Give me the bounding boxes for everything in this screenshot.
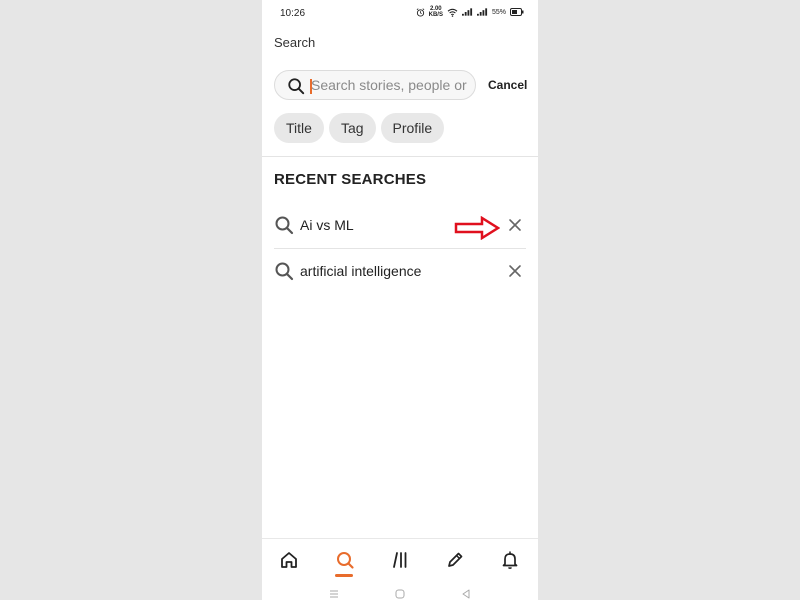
network-speed-unit: KB/S	[428, 12, 443, 18]
recent-searches-title: RECENT SEARCHES	[274, 171, 427, 188]
wifi-icon	[447, 8, 458, 17]
text-cursor	[310, 79, 312, 94]
filter-chip-profile[interactable]: Profile	[380, 113, 445, 143]
annotation-arrow-icon	[454, 216, 500, 240]
close-icon[interactable]	[506, 262, 524, 280]
signal-icon-2	[476, 8, 488, 16]
status-bar: 10:26 2.00 KB/S 55%	[262, 0, 538, 28]
library-icon[interactable]	[388, 548, 412, 572]
home-icon[interactable]	[277, 548, 301, 572]
search-input[interactable]	[311, 74, 471, 96]
back-icon[interactable]	[460, 588, 472, 600]
home-button-icon[interactable]	[394, 588, 406, 600]
page-title: Search	[274, 35, 316, 50]
recent-search-label: artificial intelligence	[300, 263, 422, 279]
write-icon[interactable]	[443, 548, 467, 572]
close-icon[interactable]	[506, 216, 524, 234]
battery-icon	[510, 8, 524, 16]
alarm-icon	[416, 7, 424, 17]
bottom-nav	[262, 545, 538, 581]
divider	[262, 538, 538, 539]
search-icon[interactable]	[333, 548, 357, 572]
phone-screen: 10:26 2.00 KB/S 55% Search Search storie…	[262, 0, 538, 600]
cancel-button[interactable]: Cancel	[488, 78, 527, 92]
menu-icon[interactable]	[328, 588, 340, 600]
active-tab-indicator	[335, 574, 353, 577]
search-icon	[275, 262, 294, 281]
network-speed: 2.00 KB/S	[429, 6, 443, 18]
system-nav-bar	[262, 586, 538, 600]
status-time: 10:26	[280, 8, 306, 19]
search-icon	[275, 216, 294, 235]
filter-chips: Title Tag Profile	[274, 113, 445, 143]
signal-icon-1	[461, 8, 473, 16]
search-icon	[288, 78, 305, 95]
recent-search-label: Ai vs ML	[300, 217, 354, 233]
status-icons: 2.00 KB/S 55%	[416, 6, 524, 18]
search-bar[interactable]	[274, 70, 476, 100]
divider	[262, 156, 538, 157]
notifications-icon[interactable]	[498, 548, 522, 572]
battery-percent: 55%	[491, 8, 506, 16]
filter-chip-tag[interactable]: Tag	[328, 113, 376, 143]
filter-chip-title[interactable]: Title	[274, 113, 324, 143]
recent-search-item[interactable]: artificial intelligence	[274, 249, 526, 293]
